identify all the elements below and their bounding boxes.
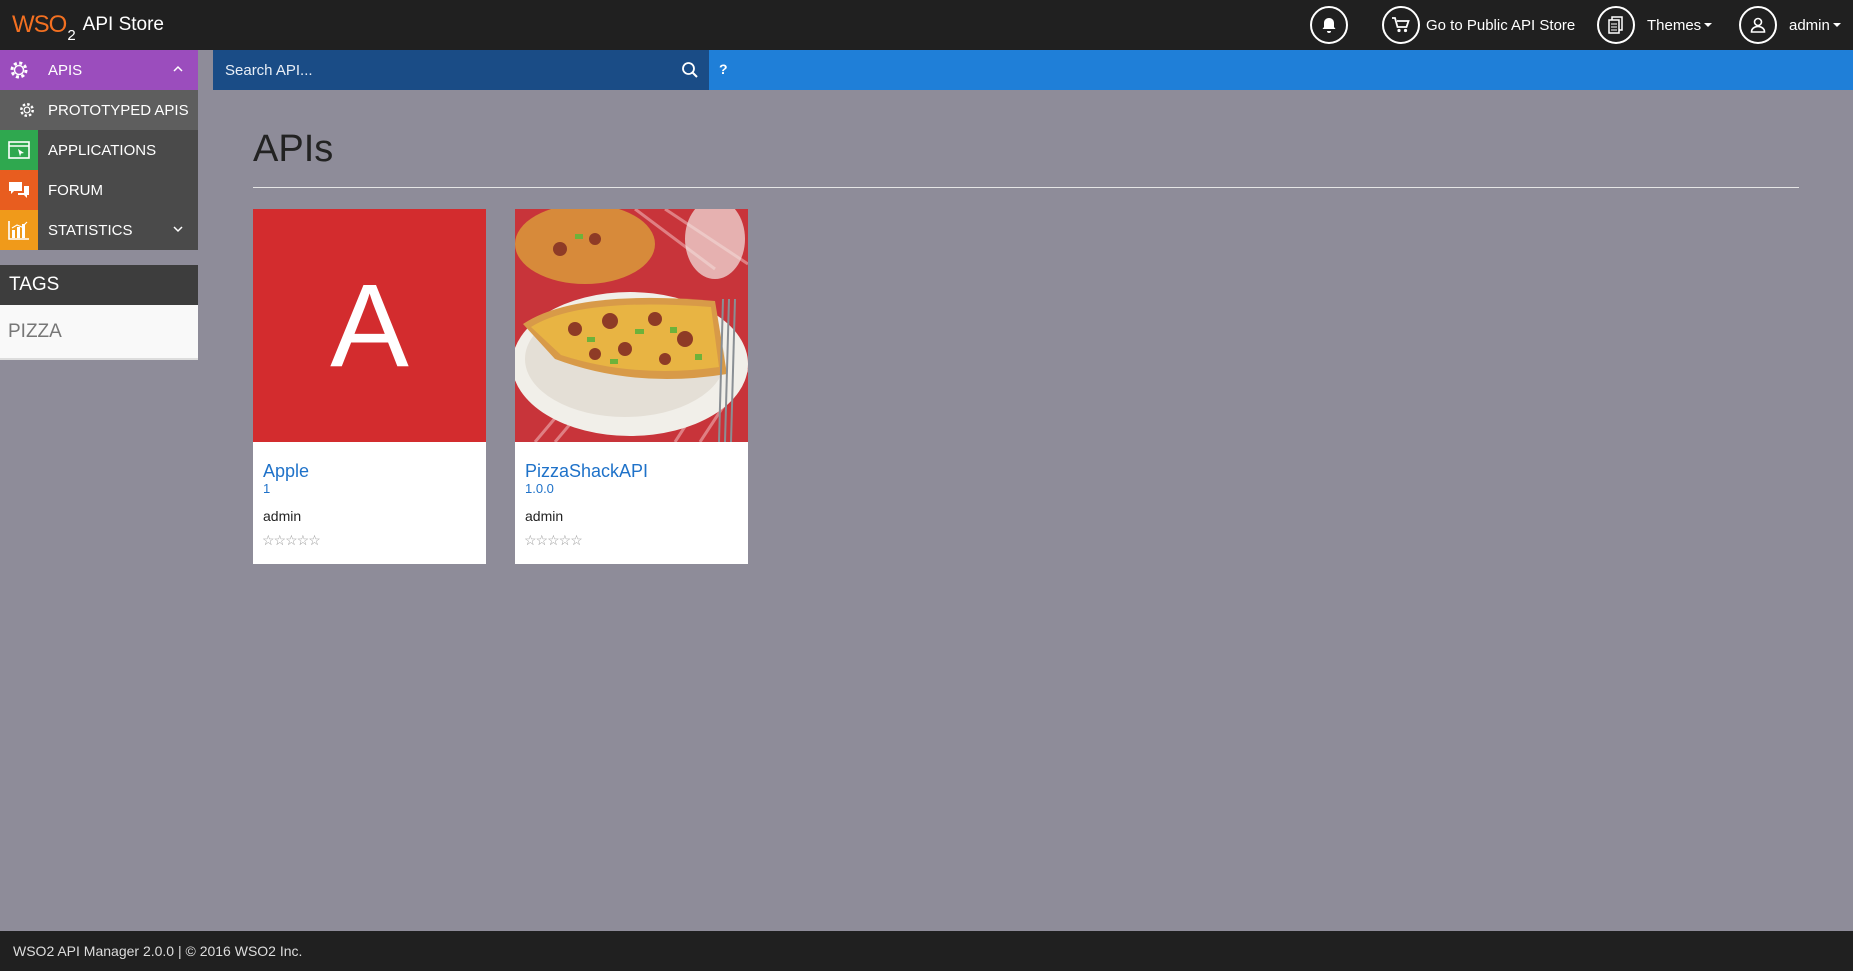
- application-window-icon: [0, 130, 38, 170]
- search-help-button[interactable]: ?: [719, 61, 728, 77]
- api-owner: admin: [263, 508, 302, 524]
- api-version: 1.0.0: [525, 481, 554, 496]
- chevron-down-icon: [173, 226, 183, 233]
- page-title: APIs: [253, 128, 334, 170]
- api-owner: admin: [525, 508, 564, 524]
- top-navbar: WSO2 API Store Go to Public API Store Th…: [0, 0, 1853, 50]
- thumbnail-letter: A: [253, 209, 486, 442]
- tags-panel: TAGS PIZZA: [0, 265, 198, 360]
- sidebar: APIS PROTOTYPED APIS APPLICATIONS FORUM …: [0, 50, 198, 250]
- sidebar-item-applications[interactable]: APPLICATIONS: [0, 130, 198, 170]
- tags-heading: TAGS: [0, 265, 198, 305]
- bell-icon: [1310, 6, 1348, 44]
- user-label: admin: [1789, 16, 1830, 34]
- user-menu[interactable]: admin: [1739, 4, 1841, 46]
- brand[interactable]: WSO2 API Store: [12, 8, 164, 44]
- sidebar-item-label: PROTOTYPED APIS: [48, 101, 189, 119]
- search-box: [213, 50, 709, 90]
- footer-text: WSO2 API Manager 2.0.0 | © 2016 WSO2 Inc…: [13, 943, 303, 959]
- title-divider: [253, 187, 1799, 188]
- themes-label: Themes: [1647, 16, 1702, 34]
- chevron-up-icon: [173, 65, 183, 72]
- rating-stars: ☆☆☆☆☆: [524, 532, 583, 548]
- sidebar-item-label: FORUM: [48, 181, 103, 199]
- themes-icon: [1597, 6, 1635, 44]
- sidebar-item-label: APPLICATIONS: [48, 141, 157, 159]
- public-store-button[interactable]: Go to Public API Store: [1382, 4, 1575, 46]
- public-store-label: Go to Public API Store: [1426, 16, 1576, 34]
- api-card-apple[interactable]: A Apple 1 admin ☆☆☆☆☆: [253, 209, 486, 564]
- app-title: API Store: [82, 14, 164, 35]
- gear-icon: [16, 90, 38, 130]
- sidebar-item-label: STATISTICS: [48, 221, 133, 239]
- rating-stars: ☆☆☆☆☆: [262, 532, 321, 548]
- search-icon[interactable]: [681, 61, 699, 79]
- wso2-logo: WSO2: [12, 11, 76, 44]
- api-name-link[interactable]: Apple: [263, 461, 309, 482]
- tag-item-pizza[interactable]: PIZZA: [0, 305, 198, 360]
- api-thumbnail[interactable]: [515, 209, 748, 442]
- pizza-image: [515, 209, 748, 442]
- sidebar-item-label: APIS: [48, 61, 83, 79]
- bar-chart-icon: [0, 210, 38, 250]
- search-input[interactable]: [213, 50, 673, 90]
- api-card-pizzashackapi[interactable]: PizzaShackAPI 1.0.0 admin ☆☆☆☆☆: [515, 209, 748, 564]
- chat-bubbles-icon: [0, 170, 38, 210]
- caret-down-icon: [1704, 23, 1713, 27]
- api-version: 1: [263, 481, 271, 496]
- footer: WSO2 API Manager 2.0.0 | © 2016 WSO2 Inc…: [0, 931, 1853, 971]
- sidebar-item-statistics[interactable]: STATISTICS: [0, 210, 198, 250]
- sidebar-item-apis[interactable]: APIS: [0, 50, 198, 90]
- sidebar-item-prototyped-apis[interactable]: PROTOTYPED APIS: [0, 90, 198, 130]
- caret-down-icon: [1832, 23, 1841, 27]
- themes-dropdown[interactable]: Themes: [1597, 4, 1713, 46]
- search-bar: ?: [213, 50, 1853, 90]
- api-name-link[interactable]: PizzaShackAPI: [525, 461, 648, 482]
- api-thumbnail[interactable]: A: [253, 209, 486, 442]
- user-icon: [1739, 6, 1777, 44]
- sidebar-item-forum[interactable]: FORUM: [0, 170, 198, 210]
- api-gear-icon: [0, 50, 38, 90]
- cart-icon: [1382, 6, 1420, 44]
- notifications-button[interactable]: [1310, 4, 1348, 46]
